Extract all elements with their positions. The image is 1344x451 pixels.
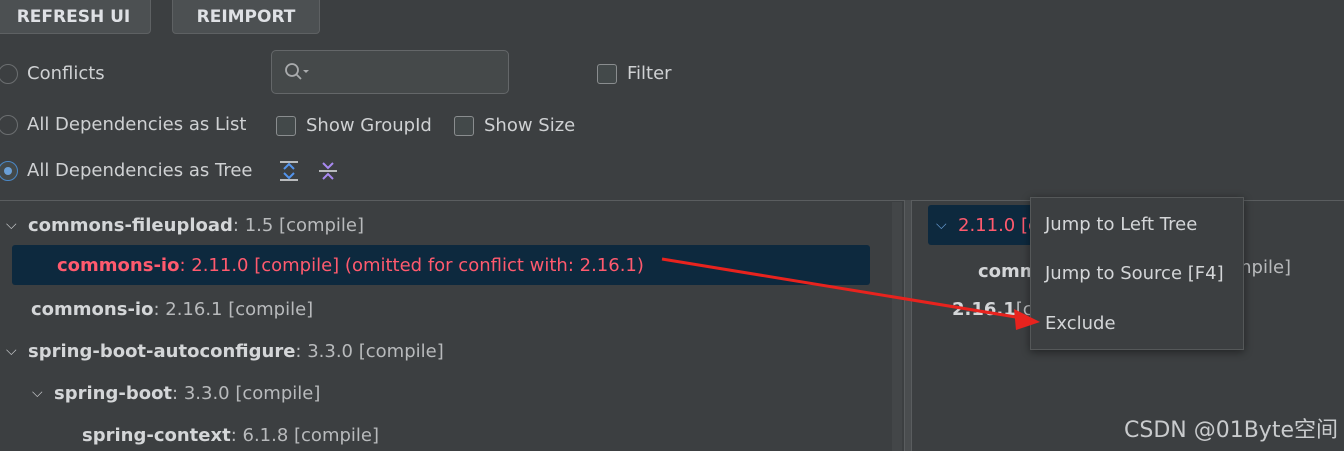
filter-checkbox[interactable]: Filter [597, 63, 672, 84]
show-size-box[interactable] [454, 115, 474, 136]
menu-item-jump-to-source[interactable]: Jump to Source [F4] [1045, 263, 1224, 284]
filter-label: Filter [627, 63, 672, 84]
show-size-label: Show Size [484, 115, 576, 136]
tree-row-version: : 3.3.0 [compile] [172, 382, 321, 404]
tree-row-commons-io[interactable]: commons-io : 2.16.1 [compile] [31, 289, 313, 329]
collapse-all-icon[interactable] [317, 160, 339, 182]
list-radio-label: All Dependencies as List [27, 114, 247, 135]
filter-checkbox-box[interactable] [597, 63, 617, 84]
all-dependencies-list-radio[interactable]: All Dependencies as List [0, 114, 246, 135]
chevron-down-icon[interactable]: ⌵ [6, 343, 28, 359]
watermark: CSDN @01Byte空间 [1124, 418, 1338, 443]
tree-row-spring-boot-autoconfigure[interactable]: ⌵ spring-boot-autoconfigure : 3.3.0 [com… [6, 331, 444, 371]
menu-item-exclude[interactable]: Exclude [1045, 313, 1116, 334]
tree-row-name: commons-io [31, 298, 154, 320]
left-scrollbar[interactable] [892, 202, 902, 451]
show-groupid-label: Show GroupId [306, 115, 432, 136]
tree-row-spring-context[interactable]: spring-context : 6.1.8 [compile] [82, 415, 379, 451]
tree-row-spring-boot[interactable]: ⌵ spring-boot : 3.3.0 [compile] [32, 373, 320, 413]
refresh-ui-button[interactable]: REFRESH UI [0, 0, 151, 34]
tree-row-name: spring-context [82, 424, 231, 446]
panel-splitter[interactable] [904, 200, 912, 451]
conflicts-radio[interactable]: Conflicts [0, 63, 105, 84]
detail-row-name: 2.16.1 [952, 298, 1016, 320]
show-size-checkbox[interactable]: Show Size [454, 115, 575, 136]
tree-row-name: commons-fileupload [28, 214, 233, 236]
tree-row-version: : 6.1.8 [compile] [230, 424, 380, 446]
menu-item-jump-to-left-tree[interactable]: Jump to Left Tree [1045, 214, 1197, 235]
show-groupid-box[interactable] [276, 115, 296, 136]
search-icon[interactable] [284, 62, 312, 82]
tree-radio-indicator[interactable] [0, 160, 18, 181]
conflicts-radio-label: Conflicts [27, 63, 105, 84]
tree-row-version: : 2.11.0 [compile] (omitted for conflict… [179, 254, 644, 276]
list-radio-indicator[interactable] [0, 114, 18, 135]
search-input[interactable] [271, 50, 509, 94]
all-dependencies-tree-radio[interactable]: All Dependencies as Tree [0, 160, 253, 181]
tree-row-version: : 3.3.0 [compile] [295, 340, 444, 362]
expand-all-icon[interactable] [278, 160, 300, 182]
tree-row-version: : 1.5 [compile] [232, 214, 365, 236]
chevron-down-icon[interactable]: ⌵ [6, 217, 28, 233]
tree-row-name: spring-boot-autoconfigure [28, 340, 296, 362]
tree-row-version: : 2.16.1 [compile] [153, 298, 314, 320]
show-groupid-checkbox[interactable]: Show GroupId [276, 115, 432, 136]
reimport-button[interactable]: REIMPORT [172, 0, 320, 34]
tree-row-name: commons-io [57, 254, 180, 276]
tree-radio-label: All Dependencies as Tree [27, 160, 253, 181]
tree-row-commons-io-conflict[interactable]: commons-io : 2.11.0 [compile] (omitted f… [12, 245, 870, 285]
conflicts-radio-indicator[interactable] [0, 63, 18, 84]
chevron-down-icon[interactable]: ⌵ [936, 217, 958, 233]
tree-row-name: spring-boot [54, 382, 173, 404]
dependency-tree-panel: ⌵ commons-fileupload : 1.5 [compile] com… [0, 200, 904, 451]
detail-row-2161[interactable]: 2.16.1 [c [952, 289, 1033, 329]
chevron-down-icon[interactable]: ⌵ [32, 385, 54, 401]
context-menu: Jump to Left Tree Jump to Source [F4] Ex… [1030, 197, 1244, 350]
tree-row-commons-fileupload[interactable]: ⌵ commons-fileupload : 1.5 [compile] [6, 205, 364, 245]
